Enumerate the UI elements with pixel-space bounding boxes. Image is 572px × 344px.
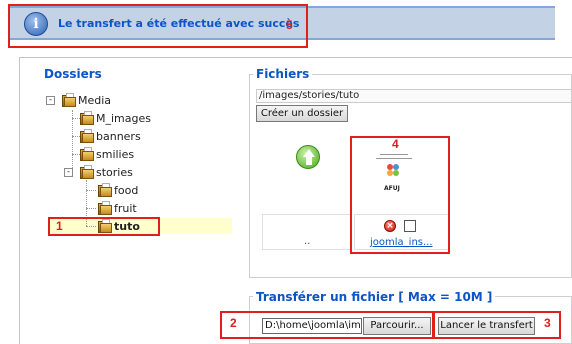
annotation-box-3 <box>433 311 561 339</box>
tree-node-m-images[interactable]: M_images <box>96 112 151 125</box>
folder-icon <box>80 129 94 143</box>
tree-connector <box>72 110 73 172</box>
up-arrow-icon[interactable] <box>296 145 320 169</box>
annotation-number-2: 2 <box>230 316 237 330</box>
current-path: /images/stories/tuto <box>256 89 572 103</box>
upload-heading: Transférer un fichier [ Max = 10M ] <box>253 290 496 304</box>
tree-node-stories[interactable]: stories <box>96 166 133 179</box>
annotation-box-5 <box>8 4 308 48</box>
dossiers-heading: Dossiers <box>44 67 102 81</box>
annotation-box-4 <box>350 136 450 254</box>
folder-icon <box>62 93 76 107</box>
annotation-number-3: 3 <box>544 316 551 330</box>
tree-connector <box>86 190 96 191</box>
folder-icon <box>80 147 94 161</box>
tree-connector <box>86 208 96 209</box>
annotation-box-1 <box>48 217 160 236</box>
tree-node-banners[interactable]: banners <box>96 130 141 143</box>
fichiers-heading: Fichiers <box>253 67 313 81</box>
annotation-box-2 <box>220 311 434 339</box>
collapse-toggle-icon[interactable]: - <box>46 96 55 105</box>
parent-folder-label[interactable]: .. <box>304 236 310 247</box>
create-folder-button[interactable]: Créer un dossier <box>256 105 348 122</box>
folder-icon <box>80 165 94 179</box>
tree-node-food[interactable]: food <box>114 184 138 197</box>
folder-icon <box>98 183 112 197</box>
annotation-number-5: 5 <box>286 18 293 32</box>
annotation-number-4: 4 <box>392 137 399 151</box>
tree-node-smilies[interactable]: smilies <box>96 148 134 161</box>
folder-icon <box>98 201 112 215</box>
folder-icon <box>80 111 94 125</box>
collapse-toggle-icon[interactable]: - <box>64 168 73 177</box>
annotation-number-1: 1 <box>56 219 63 233</box>
tree-node-media[interactable]: Media <box>78 94 111 107</box>
tree-node-fruit[interactable]: fruit <box>114 202 137 215</box>
